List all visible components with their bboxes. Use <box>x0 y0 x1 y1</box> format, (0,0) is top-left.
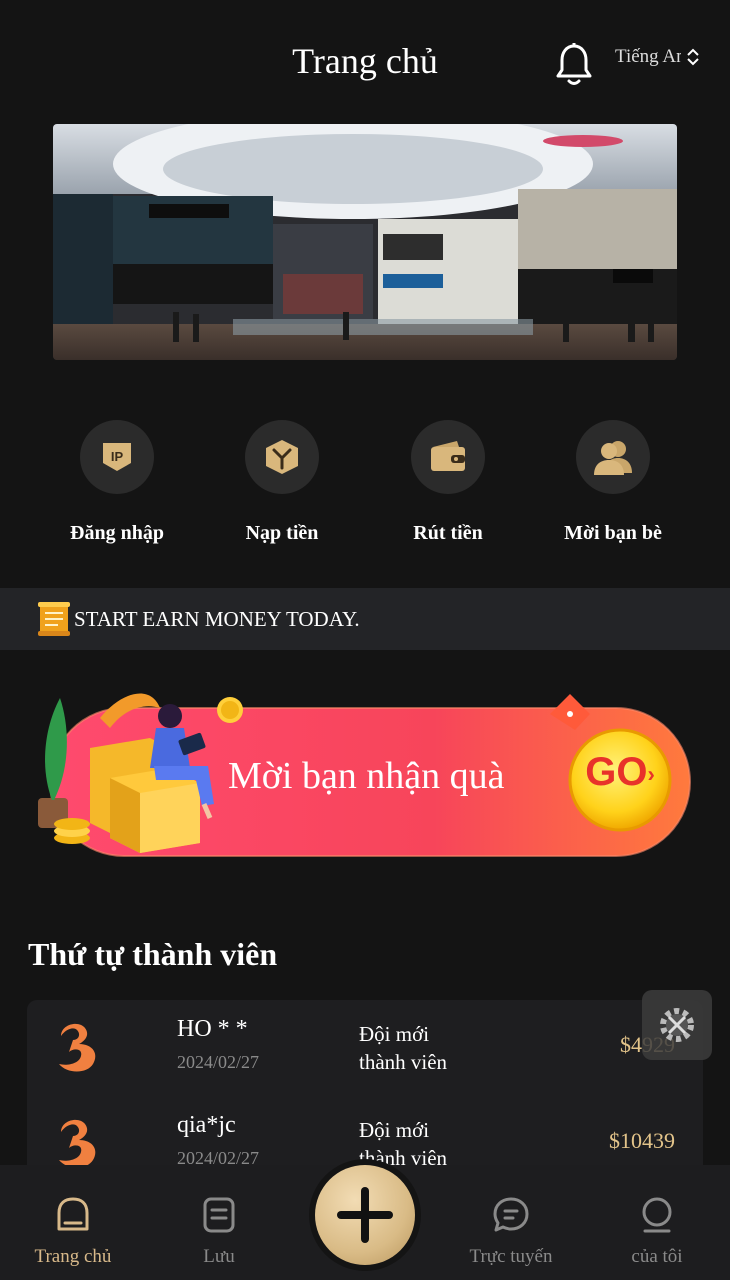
header: Trang chủ Tiếng Anh <box>0 0 730 120</box>
tab-saved[interactable]: Lưu <box>159 1195 279 1268</box>
member-date: 2024/02/27 <box>177 1052 260 1072</box>
add-fab-button[interactable] <box>315 1165 415 1265</box>
member-status-line2: thành viên <box>359 1050 448 1074</box>
brand-b-icon <box>59 1119 96 1168</box>
tab-home-label: Trang chủ <box>34 1246 112 1267</box>
go-button[interactable]: GO› <box>580 750 660 810</box>
members-title: Thứ tự thành viên <box>28 936 278 972</box>
promo-text: Mời bạn nhận quà <box>228 755 505 797</box>
tab-mine-label: của tôi <box>631 1246 683 1267</box>
chevron-updown-icon <box>687 48 699 66</box>
action-login[interactable]: IP Đăng nhập <box>47 420 187 545</box>
svg-text:IP: IP <box>111 449 124 464</box>
notes-icon <box>203 1197 235 1233</box>
wallet-icon <box>411 420 485 494</box>
ip-badge-icon: IP <box>80 420 154 494</box>
quick-actions: IP Đăng nhập Nạp tiền Rút tiền Mời bạn b… <box>0 420 730 550</box>
action-withdraw[interactable]: Rút tiền <box>378 420 518 545</box>
tab-online-label: Trực tuyến <box>469 1246 553 1267</box>
brand-b-icon <box>59 1023 96 1072</box>
member-status-line1: Đội mới <box>359 1118 430 1142</box>
member-status-line1: Đội mới <box>359 1022 430 1046</box>
language-selector[interactable]: Tiếng Anh <box>615 46 705 68</box>
gear-icon <box>660 1008 694 1042</box>
language-label: Tiếng Anh <box>615 46 681 67</box>
member-name: HO * * <box>177 1016 248 1042</box>
member-status: Đội mới thành viên <box>359 1020 499 1076</box>
notice-text: START EARN MONEY TODAY. <box>74 606 360 631</box>
action-deposit-label: Nạp tiền <box>245 522 319 544</box>
list-item[interactable]: HO * * 2024/02/27 Đội mới thành viên $49… <box>27 1000 703 1096</box>
action-login-label: Đăng nhập <box>70 522 164 544</box>
action-invite[interactable]: Mời bạn bè <box>543 420 683 545</box>
hero-banner[interactable] <box>53 124 677 360</box>
action-invite-label: Mời bạn bè <box>564 522 662 544</box>
plus-icon <box>337 1187 393 1243</box>
go-label: GO <box>585 750 648 794</box>
invite-promo-banner[interactable]: Mời bạn nhận quà GO› <box>30 688 710 878</box>
users-icon <box>576 420 650 494</box>
member-status: Đội mới thành viên <box>359 1116 499 1172</box>
mall-photo <box>53 124 677 360</box>
tab-home[interactable]: Trang chủ <box>13 1195 133 1268</box>
home-icon <box>57 1197 89 1231</box>
chevron-right-icon: › <box>647 761 655 787</box>
notice-bar[interactable]: START EARN MONEY TODAY. <box>0 588 730 650</box>
box-icon <box>245 420 319 494</box>
scroll-icon <box>38 602 70 636</box>
action-deposit[interactable]: Nạp tiền <box>212 420 352 545</box>
tab-saved-label: Lưu <box>203 1246 235 1267</box>
profile-icon <box>642 1197 672 1233</box>
settings-float-button[interactable] <box>642 990 712 1060</box>
member-amount: $10439 <box>609 1128 675 1153</box>
member-name: qia*jc <box>177 1112 236 1138</box>
bell-icon[interactable] <box>554 42 594 88</box>
chat-icon <box>493 1197 529 1232</box>
action-withdraw-label: Rút tiền <box>413 522 483 544</box>
tab-mine[interactable]: của tôi <box>597 1195 717 1268</box>
tab-online[interactable]: Trực tuyến <box>451 1195 571 1268</box>
